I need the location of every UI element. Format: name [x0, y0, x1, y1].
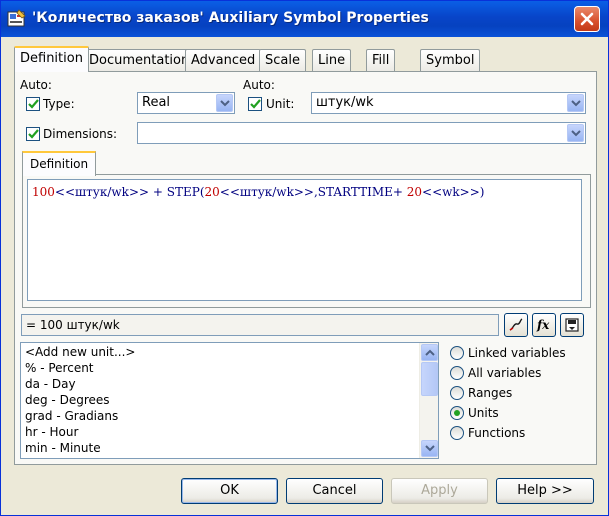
- equation-token: +: [149, 185, 167, 199]
- radio-all-variables-label: All variables: [468, 366, 542, 380]
- scroll-up-button[interactable]: [421, 344, 438, 361]
- equation-token: <<wk>>: [422, 185, 480, 199]
- unit-label: Unit:: [266, 97, 295, 111]
- chevron-down-icon: [425, 445, 435, 452]
- chevron-down-icon: [220, 100, 230, 107]
- units-list-scrollbar[interactable]: [419, 343, 438, 458]
- equation-token: <<штук/wk>>: [54, 185, 150, 199]
- tab-line[interactable]: Line: [312, 49, 352, 71]
- close-button[interactable]: [574, 6, 600, 32]
- unit-dropdown-button[interactable]: [567, 94, 584, 112]
- list-item[interactable]: % - Percent: [25, 361, 94, 377]
- equation-editor[interactable]: 100<<штук/wk>> + STEP(20<<штук/wk>>,STAR…: [27, 179, 582, 301]
- list-item[interactable]: da - Day: [25, 377, 76, 393]
- unit-select[interactable]: штук/wk: [311, 92, 586, 114]
- tab-documentation[interactable]: Documentation: [83, 49, 196, 71]
- equation-token: ,STARTTIME+: [313, 185, 407, 199]
- equation-token: STEP: [166, 185, 200, 199]
- type-dropdown-button[interactable]: [216, 94, 233, 112]
- radio-functions[interactable]: [450, 426, 464, 440]
- checkmark-icon: [28, 129, 39, 139]
- chevron-down-icon: [571, 130, 581, 137]
- unit-select-value: штук/wk: [316, 95, 374, 110]
- chevron-down-icon: [571, 100, 581, 107]
- equation-token: 20: [204, 185, 220, 199]
- radio-ranges-label: Ranges: [468, 386, 513, 400]
- list-item[interactable]: min - Minute: [25, 441, 101, 457]
- function-icon: fx: [536, 318, 550, 332]
- radio-ranges[interactable]: [450, 386, 464, 400]
- dimensions-checkbox[interactable]: [26, 127, 40, 141]
- radio-units[interactable]: [450, 406, 464, 420]
- type-checkbox[interactable]: [26, 97, 40, 111]
- tab-definition[interactable]: Definition: [14, 46, 89, 72]
- list-item[interactable]: hr - Hour: [25, 425, 78, 441]
- equation-token: ): [479, 185, 485, 199]
- auto-label-left: Auto:: [20, 78, 52, 92]
- properties-dialog: 'Количество заказов' Auxiliary Symbol Pr…: [0, 0, 609, 516]
- equation-token: <<штук/wk>>: [219, 185, 314, 199]
- type-select[interactable]: Real: [137, 92, 235, 114]
- function-button[interactable]: fx: [532, 313, 556, 337]
- graph-icon: [509, 318, 523, 331]
- checkmark-icon: [250, 99, 261, 109]
- list-item[interactable]: grad - Gradians: [25, 409, 118, 425]
- radio-linked-variables-label: Linked variables: [468, 346, 566, 360]
- radio-functions-label: Functions: [468, 426, 526, 440]
- tab-symbol[interactable]: Symbol: [420, 49, 481, 71]
- dimensions-dropdown-button[interactable]: [567, 124, 584, 142]
- units-list[interactable]: <Add new unit...> % - Percent da - Day d…: [20, 342, 439, 459]
- equation-token: 100: [32, 185, 55, 199]
- scroll-down-button[interactable]: [421, 440, 438, 457]
- auto-label-right: Auto:: [243, 78, 275, 92]
- chevron-up-icon: [425, 349, 435, 356]
- list-item[interactable]: <Add new unit...>: [25, 345, 135, 361]
- title-bar[interactable]: 'Количество заказов' Auxiliary Symbol Pr…: [1, 1, 608, 37]
- ok-button[interactable]: OK: [181, 478, 278, 504]
- graph-button[interactable]: [504, 313, 528, 337]
- tab-advanced[interactable]: Advanced: [185, 49, 262, 71]
- type-label: Type:: [43, 97, 75, 111]
- help-button[interactable]: Help >>: [496, 478, 594, 504]
- apply-button[interactable]: Apply: [391, 478, 488, 504]
- dimensions-select[interactable]: [137, 122, 586, 144]
- radio-linked-variables[interactable]: [450, 346, 464, 360]
- tab-scale[interactable]: Scale: [259, 49, 306, 71]
- window-title: 'Количество заказов' Auxiliary Symbol Pr…: [32, 10, 429, 26]
- list-item[interactable]: deg - Degrees: [25, 393, 110, 409]
- checkmark-icon: [28, 99, 39, 109]
- equation-result: = 100 штук/wk: [21, 314, 499, 336]
- tab-fill[interactable]: Fill: [366, 49, 396, 71]
- equation-token: 20: [406, 185, 423, 199]
- app-icon: [7, 9, 26, 27]
- radio-all-variables[interactable]: [450, 366, 464, 380]
- svg-text:fx: fx: [536, 318, 550, 332]
- radio-selected-dot: [454, 410, 460, 416]
- type-select-value: Real: [142, 95, 171, 110]
- tab-equation-definition[interactable]: Definition: [22, 151, 97, 176]
- cancel-button[interactable]: Cancel: [286, 478, 383, 504]
- save-icon: [565, 318, 579, 332]
- radio-units-label: Units: [468, 406, 499, 420]
- scroll-thumb[interactable]: [421, 362, 438, 396]
- unit-checkbox[interactable]: [248, 97, 262, 111]
- save-equation-button[interactable]: [560, 313, 584, 337]
- close-icon: [580, 12, 594, 26]
- dimensions-label: Dimensions:: [43, 127, 118, 141]
